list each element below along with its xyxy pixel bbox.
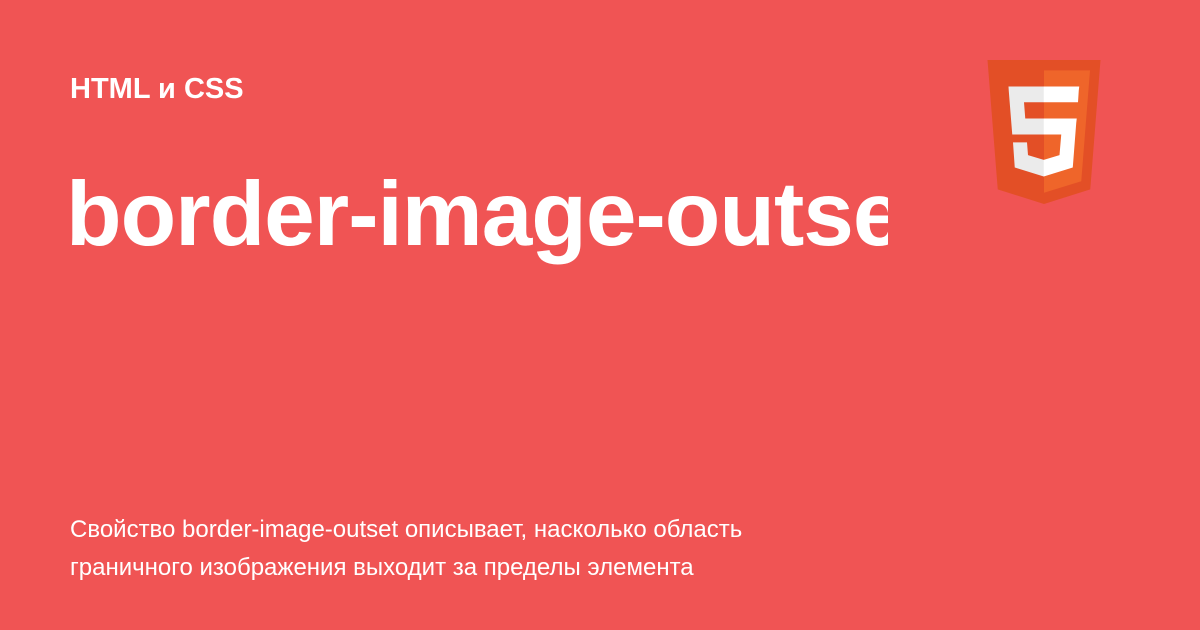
description-line-2: граничного изображения выходит за предел… [70,554,694,581]
description: Свойство border-image-outset описывает, … [70,511,970,587]
html5-logo-icon [980,60,1108,204]
html5-five-right-top [1043,86,1080,103]
preview-card: HTML и CSS border-image-outse Свойство b… [0,0,1200,630]
title-container: border-image-outse [66,160,888,270]
description-line-1: Свойство border-image-outset описывает, … [70,516,743,543]
page-title: border-image-outse [66,164,888,265]
category-label: HTML и CSS [70,73,244,105]
